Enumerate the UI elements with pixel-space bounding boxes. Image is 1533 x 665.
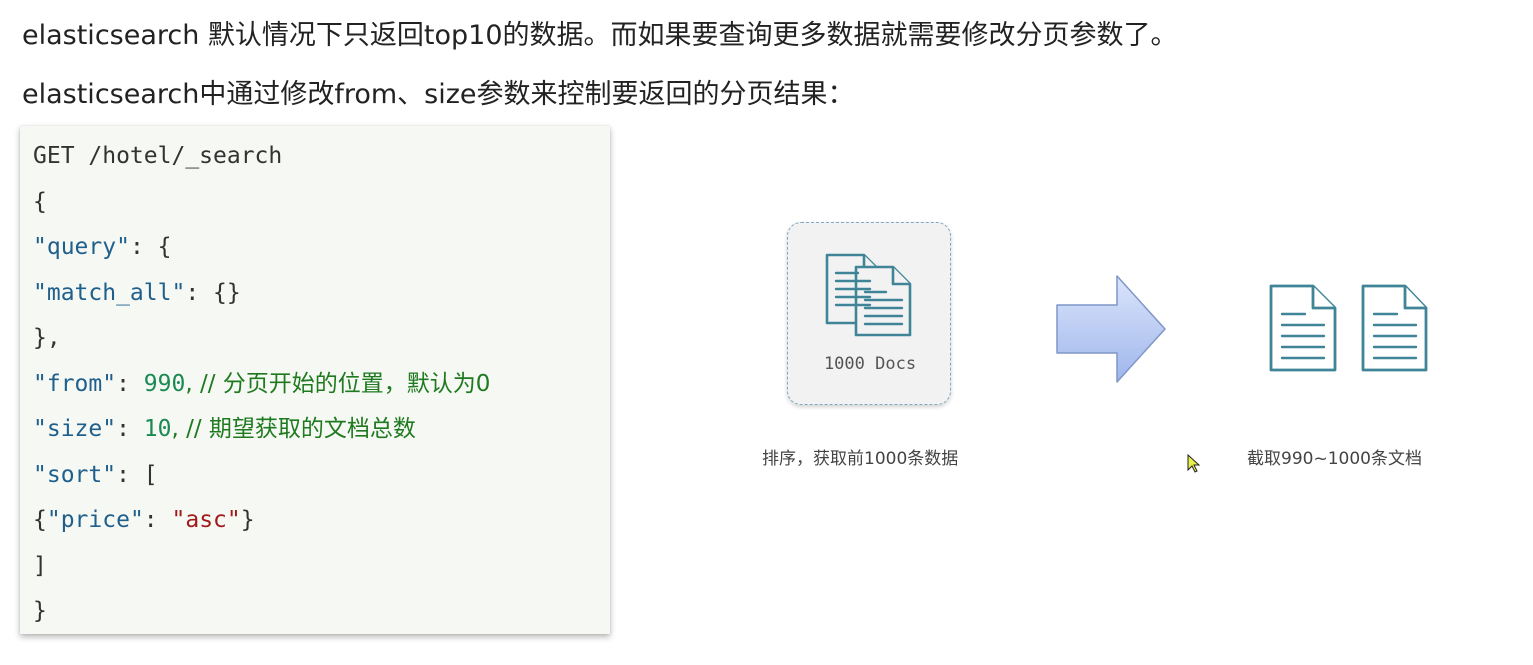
- code-line-size: "size": 10, // 期望获取的文档总数: [33, 414, 416, 444]
- open-brace: {: [33, 189, 47, 215]
- size-key: "size": [33, 416, 117, 442]
- price-value: "asc": [171, 507, 241, 533]
- right-arrow-icon: [1056, 275, 1166, 383]
- size-value: 10: [143, 416, 172, 442]
- code-line-request: GET /hotel/_search: [33, 141, 282, 171]
- sort-close: ]: [33, 553, 47, 579]
- code-line-price: {"price": "asc"}: [33, 505, 255, 535]
- match-all-value: : {}: [185, 280, 241, 306]
- query-close: },: [33, 325, 61, 351]
- sort-open: : [: [116, 462, 158, 488]
- code-line-match-all: "match_all": {}: [33, 278, 241, 308]
- code-line-close-brace: }: [33, 596, 47, 626]
- match-all-key: "match_all": [33, 280, 186, 306]
- intro-paragraph-2: elasticsearch中通过修改from、size参数来控制要返回的分页结果…: [22, 79, 855, 110]
- size-comment: , // 期望获取的文档总数: [171, 416, 416, 442]
- query-open: : {: [129, 234, 172, 260]
- close-brace: }: [33, 598, 47, 624]
- sort-key: "sort": [33, 462, 117, 488]
- all-docs-box: 1000 Docs: [787, 222, 951, 405]
- caption-sort-top-1000: 排序，获取前1000条数据: [762, 449, 959, 469]
- code-line-sort-close: ]: [33, 551, 47, 581]
- code-line-query-close: },: [33, 323, 61, 353]
- caption-slice-990-1000: 截取990~1000条文档: [1247, 449, 1422, 469]
- price-open: {: [33, 507, 47, 533]
- code-line-from: "from": 990, // 分页开始的位置，默认为0: [33, 369, 490, 399]
- docs-count-label: 1000 Docs: [823, 354, 917, 374]
- from-comment: , // 分页开始的位置，默认为0: [185, 371, 491, 397]
- code-block: GET /hotel/_search { "query": { "match_a…: [20, 126, 610, 634]
- http-request: GET /hotel/_search: [33, 143, 283, 169]
- selected-docs-icon: [1269, 284, 1428, 372]
- colon: :: [116, 371, 144, 397]
- query-key: "query": [33, 234, 130, 260]
- intro-paragraph-1: elasticsearch 默认情况下只返回top10的数据。而如果要查询更多数…: [22, 20, 1178, 51]
- from-value: 990: [143, 371, 186, 397]
- documents-icon: [825, 253, 912, 337]
- from-key: "from": [33, 371, 117, 397]
- code-line-sort: "sort": [: [33, 460, 158, 490]
- colon: :: [116, 416, 144, 442]
- price-sep: :: [143, 507, 172, 533]
- mouse-cursor-icon: [1187, 454, 1201, 473]
- code-line-query: "query": {: [33, 232, 171, 262]
- price-close: }: [240, 507, 255, 533]
- code-line-open-brace: {: [33, 187, 47, 217]
- price-key: "price": [46, 507, 144, 533]
